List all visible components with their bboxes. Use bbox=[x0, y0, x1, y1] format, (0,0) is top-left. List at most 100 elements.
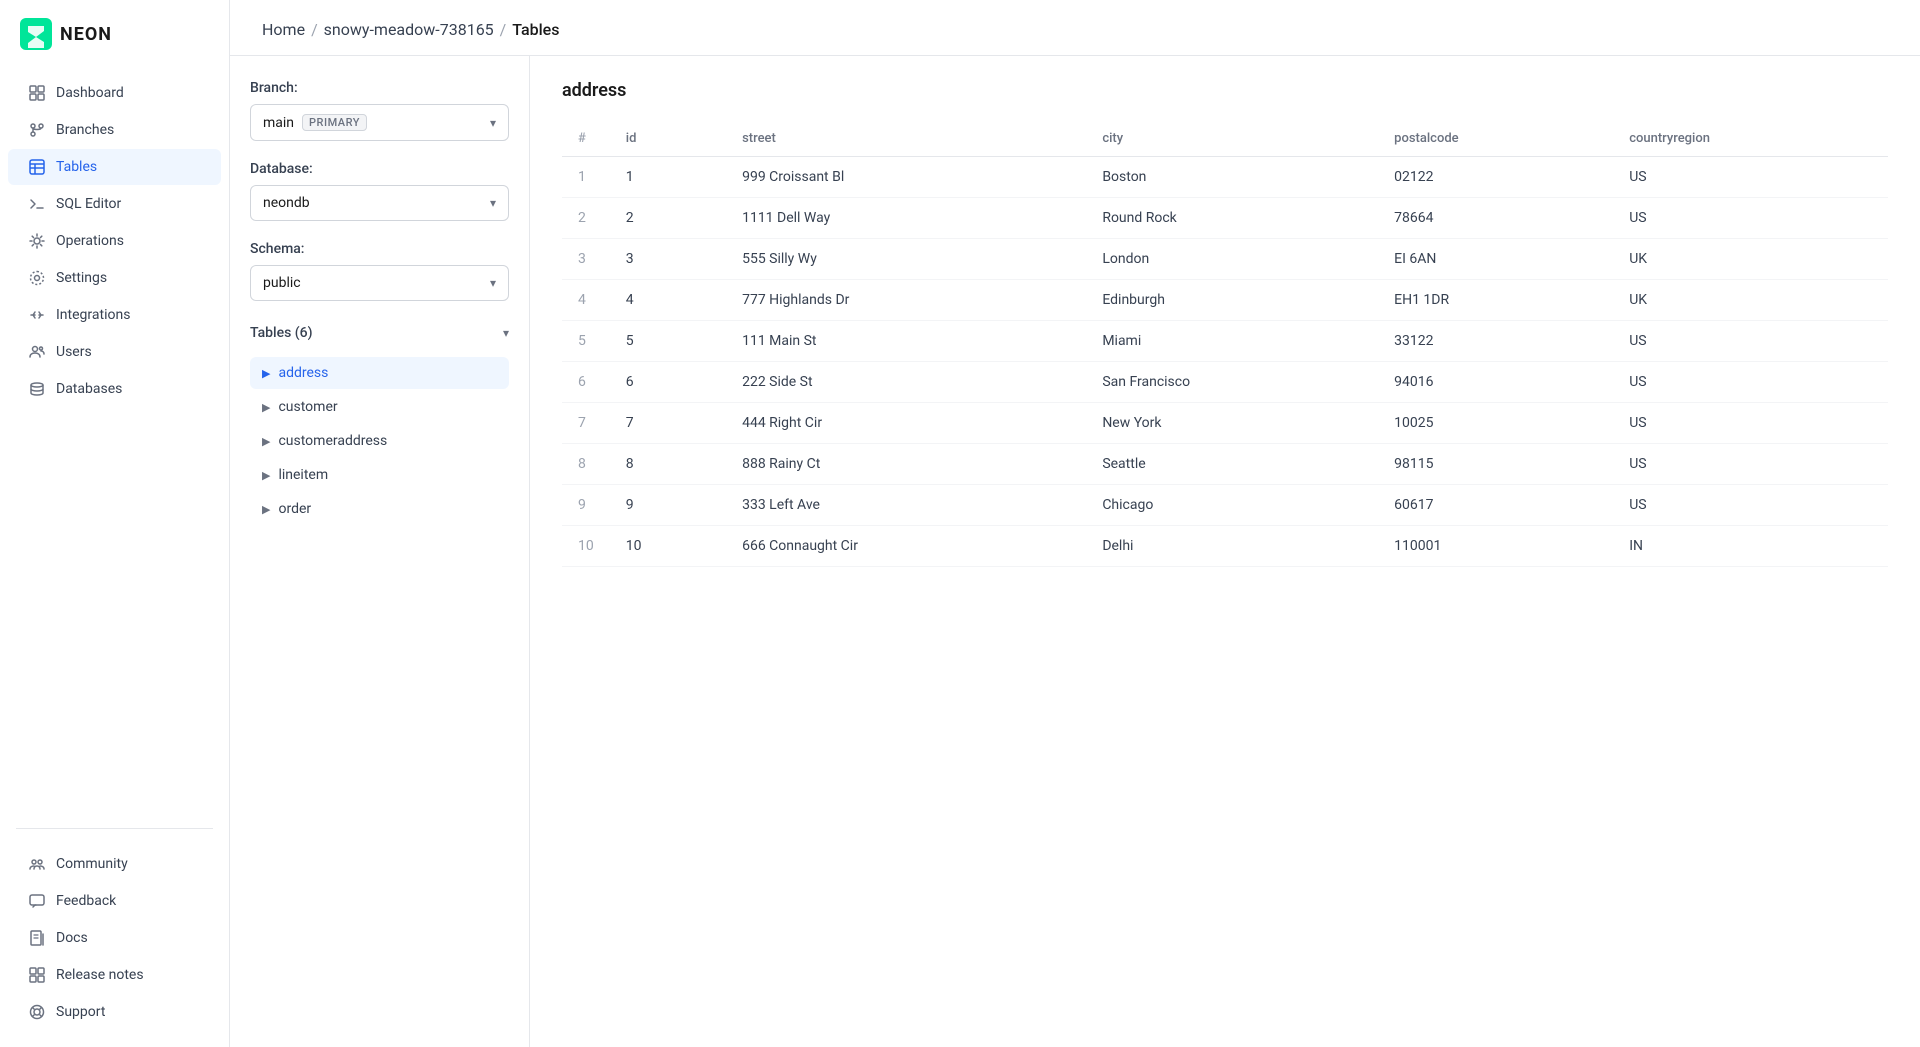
breadcrumb-current: Tables bbox=[512, 20, 559, 39]
table-row[interactable]: 33555 Silly WyLondonEI 6ANUK bbox=[562, 239, 1888, 280]
cell-0: 3 bbox=[562, 239, 610, 280]
sidebar-item-sql-editor-label: SQL Editor bbox=[56, 196, 121, 212]
users-icon bbox=[28, 343, 46, 361]
schema-select[interactable]: public ▾ bbox=[250, 265, 509, 301]
cell-5: US bbox=[1613, 198, 1888, 239]
cell-3: London bbox=[1086, 239, 1378, 280]
breadcrumb-home[interactable]: Home bbox=[262, 20, 305, 39]
data-table-body: 11999 Croissant BlBoston02122US221111 De… bbox=[562, 157, 1888, 567]
table-row[interactable]: 99333 Left AveChicago60617US bbox=[562, 485, 1888, 526]
branch-select[interactable]: main PRIMARY ▾ bbox=[250, 104, 509, 141]
cell-0: 7 bbox=[562, 403, 610, 444]
sidebar-item-settings[interactable]: Settings bbox=[8, 260, 221, 296]
cell-3: Seattle bbox=[1086, 444, 1378, 485]
cell-2: 777 Highlands Dr bbox=[726, 280, 1086, 321]
table-item-customer[interactable]: ▶ customer bbox=[250, 391, 509, 423]
table-item-lineitem-label: lineitem bbox=[278, 467, 328, 483]
cell-2: 1111 Dell Way bbox=[726, 198, 1086, 239]
release-notes-icon bbox=[28, 966, 46, 984]
cell-0: 1 bbox=[562, 157, 610, 198]
sidebar-item-databases-label: Databases bbox=[56, 381, 122, 397]
col-header-rownum: # bbox=[562, 121, 610, 157]
cell-0: 5 bbox=[562, 321, 610, 362]
cell-2: 222 Side St bbox=[726, 362, 1086, 403]
main-nav: Dashboard Branches Tables SQL Editor bbox=[0, 66, 229, 820]
neon-logo-icon bbox=[20, 18, 52, 50]
cell-3: San Francisco bbox=[1086, 362, 1378, 403]
sidebar-item-dashboard[interactable]: Dashboard bbox=[8, 75, 221, 111]
cell-4: 10025 bbox=[1378, 403, 1613, 444]
branch-value: main bbox=[263, 115, 294, 131]
table-row[interactable]: 77444 Right CirNew York10025US bbox=[562, 403, 1888, 444]
table-item-lineitem-chevron-icon: ▶ bbox=[262, 469, 270, 482]
table-row[interactable]: 11999 Croissant BlBoston02122US bbox=[562, 157, 1888, 198]
database-group: Database: neondb ▾ bbox=[250, 161, 509, 221]
sidebar-item-users[interactable]: Users bbox=[8, 334, 221, 370]
primary-badge: PRIMARY bbox=[302, 114, 367, 131]
table-item-lineitem[interactable]: ▶ lineitem bbox=[250, 459, 509, 491]
data-table: # id street city postalcode countryregio… bbox=[562, 121, 1888, 567]
cell-3: Edinburgh bbox=[1086, 280, 1378, 321]
cell-1: 1 bbox=[610, 157, 726, 198]
sidebar-item-databases[interactable]: Databases bbox=[8, 371, 221, 407]
table-item-customeraddress-chevron-icon: ▶ bbox=[262, 435, 270, 448]
cell-4: 78664 bbox=[1378, 198, 1613, 239]
sidebar-item-tables[interactable]: Tables bbox=[8, 149, 221, 185]
table-row[interactable]: 1010666 Connaught CirDelhi110001IN bbox=[562, 526, 1888, 567]
sidebar-item-docs-label: Docs bbox=[56, 930, 88, 946]
sidebar-divider bbox=[16, 828, 213, 829]
table-row[interactable]: 66222 Side StSan Francisco94016US bbox=[562, 362, 1888, 403]
sidebar-item-integrations-label: Integrations bbox=[56, 307, 130, 323]
sidebar-item-support-label: Support bbox=[56, 1004, 105, 1020]
table-row[interactable]: 221111 Dell WayRound Rock78664US bbox=[562, 198, 1888, 239]
cell-1: 6 bbox=[610, 362, 726, 403]
cell-0: 2 bbox=[562, 198, 610, 239]
breadcrumb-sep-2: / bbox=[500, 20, 507, 39]
right-panel: address # id street city postalcode coun… bbox=[530, 56, 1920, 1047]
table-item-order[interactable]: ▶ order bbox=[250, 493, 509, 525]
database-chevron-icon: ▾ bbox=[490, 196, 496, 210]
branches-icon bbox=[28, 121, 46, 139]
table-item-address-label: address bbox=[278, 365, 328, 381]
sidebar-item-integrations[interactable]: Integrations bbox=[8, 297, 221, 333]
sidebar-item-dashboard-label: Dashboard bbox=[56, 85, 124, 101]
table-row[interactable]: 88888 Rainy CtSeattle98115US bbox=[562, 444, 1888, 485]
branch-chevron-icon: ▾ bbox=[490, 116, 496, 130]
logo: NEON bbox=[0, 0, 229, 66]
sidebar-item-operations[interactable]: Operations bbox=[8, 223, 221, 259]
database-select[interactable]: neondb ▾ bbox=[250, 185, 509, 221]
data-table-title: address bbox=[562, 80, 1888, 101]
sidebar-item-branches[interactable]: Branches bbox=[8, 112, 221, 148]
sidebar-item-sql-editor[interactable]: SQL Editor bbox=[8, 186, 221, 222]
sidebar-item-feedback[interactable]: Feedback bbox=[8, 883, 221, 919]
table-item-customeraddress[interactable]: ▶ customeraddress bbox=[250, 425, 509, 457]
cell-5: UK bbox=[1613, 239, 1888, 280]
table-item-customer-label: customer bbox=[278, 399, 337, 415]
table-row[interactable]: 44777 Highlands DrEdinburghEH1 1DRUK bbox=[562, 280, 1888, 321]
table-item-customeraddress-label: customeraddress bbox=[278, 433, 387, 449]
cell-1: 3 bbox=[610, 239, 726, 280]
sidebar-item-tables-label: Tables bbox=[56, 159, 97, 175]
sidebar-item-support[interactable]: Support bbox=[8, 994, 221, 1030]
content-area: Branch: main PRIMARY ▾ Database: neondb … bbox=[230, 56, 1920, 1047]
cell-2: 333 Left Ave bbox=[726, 485, 1086, 526]
table-item-order-label: order bbox=[278, 501, 311, 517]
table-row[interactable]: 55111 Main StMiami33122US bbox=[562, 321, 1888, 362]
sidebar-item-branches-label: Branches bbox=[56, 122, 114, 138]
table-item-address[interactable]: ▶ address bbox=[250, 357, 509, 389]
cell-5: US bbox=[1613, 444, 1888, 485]
breadcrumb-project[interactable]: snowy-meadow-738165 bbox=[324, 20, 494, 39]
tables-list-header[interactable]: Tables (6) ▾ bbox=[250, 321, 509, 345]
cell-5: UK bbox=[1613, 280, 1888, 321]
table-item-customer-chevron-icon: ▶ bbox=[262, 401, 270, 414]
sidebar-item-release-notes[interactable]: Release notes bbox=[8, 957, 221, 993]
sidebar-item-community[interactable]: Community bbox=[8, 846, 221, 882]
cell-3: New York bbox=[1086, 403, 1378, 444]
sidebar-item-feedback-label: Feedback bbox=[56, 893, 116, 909]
settings-icon bbox=[28, 269, 46, 287]
cell-0: 6 bbox=[562, 362, 610, 403]
databases-icon bbox=[28, 380, 46, 398]
cell-1: 10 bbox=[610, 526, 726, 567]
sidebar-item-release-notes-label: Release notes bbox=[56, 967, 144, 983]
sidebar-item-docs[interactable]: Docs bbox=[8, 920, 221, 956]
